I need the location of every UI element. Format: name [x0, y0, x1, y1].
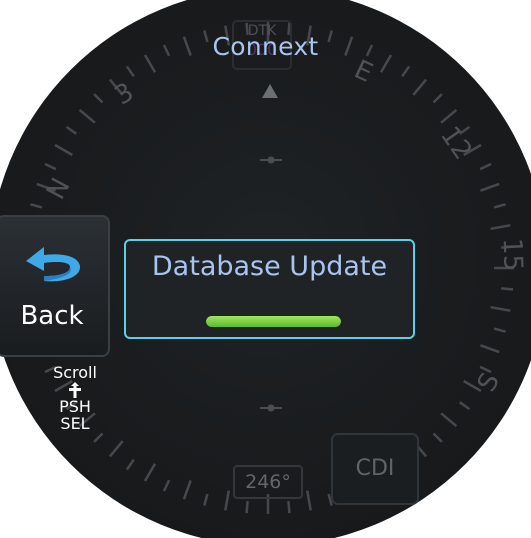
mfd-screen: N 3 E 12 15 S DTK 000 246° CDI Connext B… [0, 0, 531, 538]
lubber-triangle [262, 84, 278, 98]
compass-tick [479, 344, 500, 354]
compass-tick [432, 432, 443, 443]
database-update-label: Database Update [151, 251, 388, 282]
compass-tick [479, 182, 500, 192]
compass-tick [440, 108, 458, 124]
compass-tick [93, 93, 104, 104]
compass-tick [224, 490, 231, 511]
compass-tick [305, 490, 312, 511]
compass-tick [203, 493, 209, 506]
compass-label-12: 12 [434, 121, 478, 165]
knob-hint-sel: SEL [60, 414, 90, 433]
compass-tick [30, 203, 43, 209]
compass-tick [54, 143, 73, 157]
compass-label-s: S [472, 368, 506, 397]
back-arrow-icon [26, 247, 81, 282]
compass-tick [500, 287, 514, 291]
compass-tick [245, 500, 249, 514]
database-update-dialog: Database Update [124, 239, 415, 339]
page-title: Connext [212, 32, 319, 61]
compass-tick [108, 440, 124, 458]
compass-tick [162, 479, 171, 492]
knob-hint-psh: PSH [59, 397, 91, 416]
compass-tick [412, 78, 428, 96]
cdi-softkey[interactable]: CDI [331, 433, 419, 505]
heading-readout: 246° [233, 465, 303, 499]
compass-tick [458, 401, 471, 411]
compass-label-3: 3 [110, 77, 139, 111]
compass-tick [479, 162, 492, 171]
compass-tick [44, 162, 57, 171]
knob-push-icon [69, 382, 81, 398]
compass-label-15: 15 [497, 237, 528, 271]
compass-tick [490, 305, 511, 312]
compass-tick [432, 93, 443, 104]
compass-tick [182, 479, 192, 500]
compass-labels: N 3 E 12 15 S [41, 55, 528, 397]
compass-tick [65, 125, 78, 135]
compass-tick [143, 463, 157, 482]
compass-tick [493, 203, 506, 209]
compass-label-n: N [41, 173, 77, 204]
compass-tick [125, 458, 135, 471]
back-button-label: Back [20, 301, 84, 331]
compass-tick [490, 224, 511, 231]
compass-tick [125, 65, 135, 78]
compass-tick [287, 500, 291, 514]
back-button[interactable]: Back [0, 215, 110, 357]
compass-tick [93, 432, 104, 443]
compass-tick [401, 65, 411, 78]
progress-bar [206, 316, 341, 327]
compass-tick [440, 412, 458, 428]
progress-bar-fill [206, 316, 341, 327]
knob-hint-scroll: Scroll [53, 363, 97, 382]
compass-tick [78, 108, 96, 124]
compass-tick [493, 327, 506, 333]
knob-hint: Scroll PSH SEL [40, 364, 110, 432]
